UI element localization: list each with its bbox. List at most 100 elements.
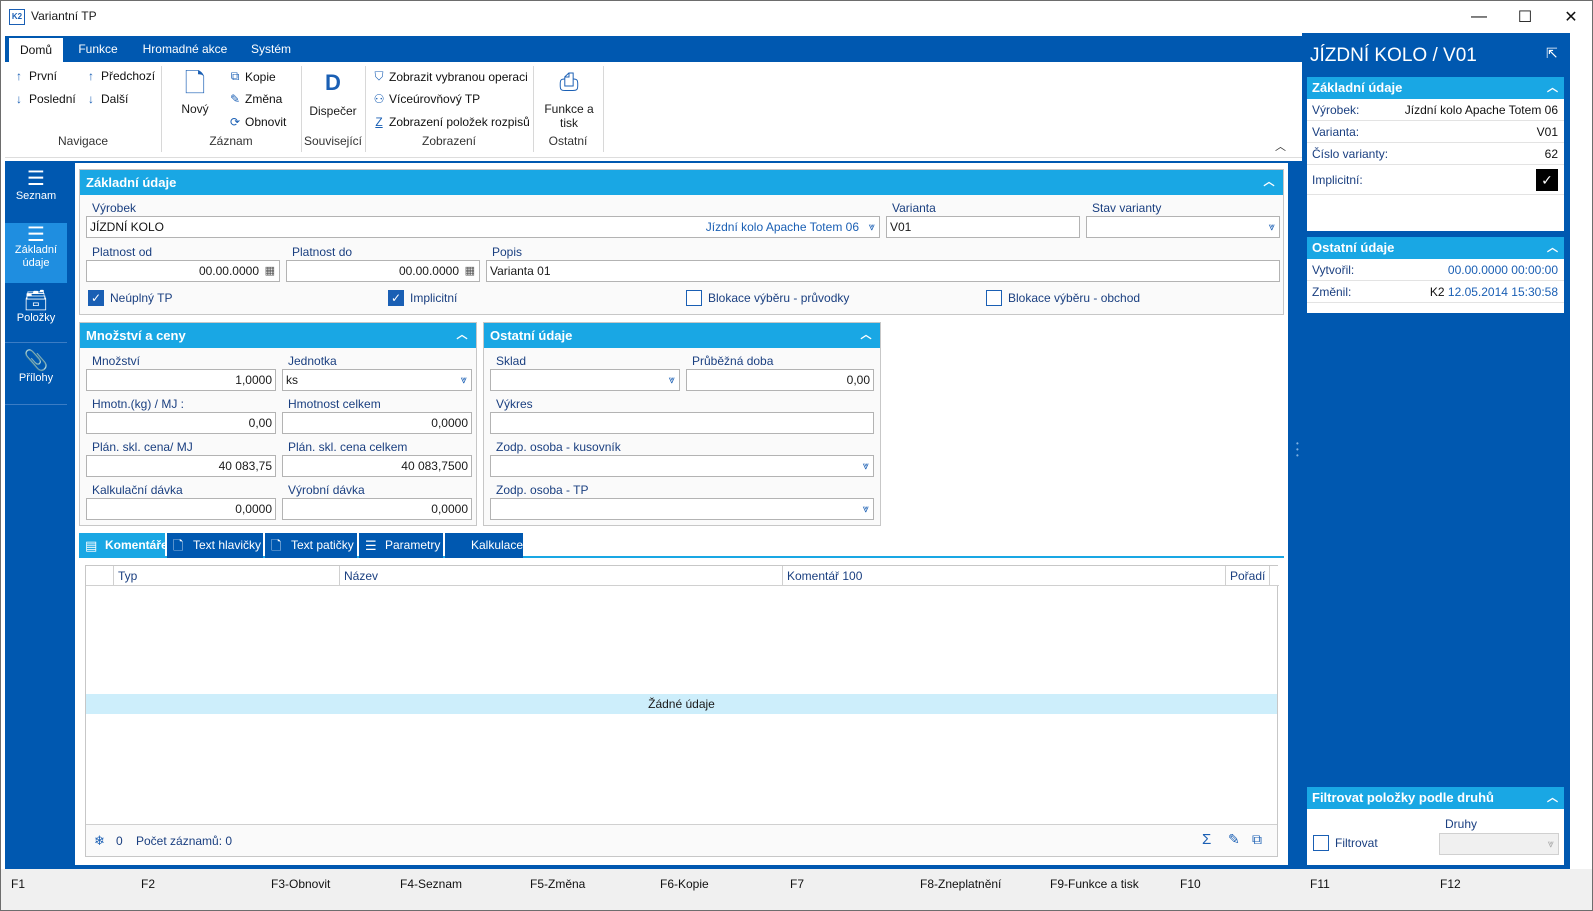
dropdown-icon[interactable]: ⩔ [461, 370, 467, 390]
maximize-button[interactable]: ☐ [1502, 1, 1548, 33]
dropdown-icon[interactable]: ⩔ [1269, 217, 1275, 237]
tab-domu[interactable]: Domů [9, 38, 63, 62]
fkey-f3[interactable]: F3-Obnovit [271, 877, 330, 891]
nav-seznam[interactable]: ☰ Seznam [5, 169, 67, 221]
column-nazev[interactable]: Název [340, 566, 783, 586]
implicitni-checkbox[interactable]: ✓ Implicitní [388, 290, 457, 306]
kopie-button[interactable]: ⧉ Kopie [229, 69, 276, 84]
platnost-do-field[interactable]: 00.00.0000 ▦ [286, 260, 480, 282]
fkey-f10[interactable]: F10 [1180, 877, 1201, 891]
snowflake-icon[interactable]: ❄ [94, 833, 105, 849]
fkey-f2[interactable]: F2 [141, 877, 155, 891]
dropdown-icon[interactable]: ⩔ [863, 499, 869, 519]
filtrovat-checkbox[interactable]: Filtrovat [1313, 835, 1378, 851]
posledni-button[interactable]: ↓ Poslední [13, 92, 76, 106]
collapse-chevron-icon[interactable]: ︿ [856, 326, 876, 345]
collapse-chevron-icon[interactable]: ︿ [1547, 77, 1558, 99]
collapse-chevron-icon[interactable]: ︿ [1547, 237, 1558, 259]
edit-icon[interactable]: ✎ [1228, 831, 1240, 848]
fkey-f7[interactable]: F7 [790, 877, 804, 891]
tab-funkce[interactable]: Funkce [67, 36, 129, 62]
fkey-f6[interactable]: F6-Kopie [660, 877, 709, 891]
splitter[interactable]: • • • [1294, 161, 1302, 869]
prvni-button[interactable]: ↑ První [13, 69, 57, 83]
predchozi-button[interactable]: ↑ Předchozí [85, 69, 155, 83]
zodp-tp-field[interactable]: ⩔ [490, 498, 874, 520]
column-typ[interactable]: Typ [114, 566, 340, 586]
popis-field[interactable]: Varianta 01 [486, 260, 1280, 282]
platnost-od-field[interactable]: 00.00.0000 ▦ [86, 260, 280, 282]
box-icon: 🗃 [23, 290, 49, 312]
mnozstvi-field[interactable]: 1,0000 [86, 369, 276, 391]
nav-prilohy[interactable]: 📎 Přílohy [5, 347, 67, 405]
right-zakladni-udaje: Základní údaje ︿ Výrobek: Jízdní kolo Apa… [1307, 77, 1564, 231]
jednotka-field[interactable]: ks ⩔ [282, 369, 472, 391]
zobrazeni-polozek-button[interactable]: Z Zobrazení položek rozpisů [373, 115, 529, 129]
jednotka-label: Jednotka [288, 354, 337, 368]
fkey-f8[interactable]: F8-Zneplatnění [920, 877, 1001, 891]
blokace-pruvodky-checkbox[interactable]: Blokace výběru - průvodky [686, 290, 849, 306]
vyrobni-davka-field[interactable]: 0,0000 [282, 498, 472, 520]
calendar-icon[interactable]: ▦ [465, 261, 475, 281]
tab-text-hlavicky[interactable]: 🗋 Text hlavičky [167, 533, 263, 558]
fkey-f11[interactable]: F11 [1310, 877, 1330, 891]
close-button[interactable]: ✕ [1548, 1, 1592, 33]
fkey-f5[interactable]: F5-Změna [530, 877, 585, 891]
dalsi-button[interactable]: ↓ Další [85, 92, 128, 106]
viceurovnovy-tp-button[interactable]: ⚇ Víceúrovňový TP [373, 92, 481, 106]
zobrazit-operaci-button[interactable]: ⛉ Zobrazit vybranou operaci [373, 69, 527, 84]
prubezna-doba-field[interactable]: 0,00 [686, 369, 874, 391]
column-poradi[interactable]: Pořadí [1226, 566, 1270, 586]
vykres-field[interactable] [490, 412, 874, 434]
dispecer-button[interactable]: D Dispečer [305, 70, 361, 118]
fkey-f4[interactable]: F4-Seznam [400, 877, 462, 891]
sklad-field[interactable]: ⩔ [490, 369, 680, 391]
popis-label: Popis [492, 245, 523, 259]
grid-settings-icon[interactable]: ⧉ [1252, 831, 1262, 848]
ribbon-tabs: Domů Funkce Hromadné akce Systém [5, 36, 1308, 62]
fkey-f9[interactable]: F9-Funkce a tisk [1050, 877, 1139, 891]
collapse-chevron-icon[interactable]: ︿ [452, 326, 472, 345]
varianta-field[interactable]: V01 [886, 216, 1080, 238]
collapse-chevron-icon[interactable]: ︿ [1547, 787, 1558, 809]
collapse-chevron-icon[interactable]: ︿ [1259, 173, 1279, 192]
z-icon: Z [375, 115, 383, 129]
hmotnost-mj-field[interactable]: 0,00 [86, 412, 276, 434]
kalkulacni-davka-field[interactable]: 0,0000 [86, 498, 276, 520]
calendar-icon[interactable]: ▦ [265, 261, 275, 281]
dropdown-icon[interactable]: ⩔ [1548, 834, 1554, 854]
plan-cena-field[interactable]: 40 083,75 [86, 455, 276, 477]
column-komentar[interactable]: Komentář 100 [783, 566, 1226, 586]
fkey-f1[interactable]: F1 [11, 877, 25, 891]
dropdown-icon[interactable]: ⩔ [669, 370, 675, 390]
druhy-field[interactable]: ⩔ [1439, 833, 1559, 855]
zodp-kusovnik-field[interactable]: ⩔ [490, 455, 874, 477]
blokace-obchod-checkbox[interactable]: Blokace výběru - obchod [986, 290, 1140, 306]
hmotnost-celkem-field[interactable]: 0,0000 [282, 412, 472, 434]
tab-parametry[interactable]: ☰ Parametry [359, 533, 443, 558]
tab-system[interactable]: Systém [241, 36, 301, 62]
neuplny-tp-checkbox[interactable]: ✓ Neúplný TP [88, 290, 172, 306]
vyrobek-field[interactable]: JÍZDNÍ KOLO Jízdní kolo Apache Totem 06 … [86, 216, 880, 238]
collapse-ribbon-icon[interactable]: ︿ [1275, 138, 1286, 154]
ribbon: ↑ První ↑ Předchozí ↓ Poslední ↓ Další Navig… [5, 62, 1308, 158]
dropdown-icon[interactable]: ⩔ [863, 456, 869, 476]
nav-polozky[interactable]: 🗃 Položky [5, 287, 67, 343]
funkce-a-tisk-button[interactable]: ⎙ Funkce a tisk [537, 68, 601, 130]
novy-button[interactable]: 🗋 Nový [173, 68, 217, 116]
nav-zakladni-udaje[interactable]: ☰ Základní údaje [5, 223, 67, 283]
tab-kalkulace[interactable]: Kalkulace [445, 533, 523, 558]
popout-icon[interactable]: ⇱ [1546, 45, 1558, 62]
obnovit-button[interactable]: ⟳ Obnovit [229, 115, 286, 129]
minimize-button[interactable]: — [1456, 1, 1502, 33]
stav-varianty-field[interactable]: ⩔ [1086, 216, 1280, 238]
tab-hromadne-akce[interactable]: Hromadné akce [135, 36, 235, 62]
plan-cena-celkem-field[interactable]: 40 083,7500 [282, 455, 472, 477]
stav-varianty-label: Stav varianty [1092, 201, 1162, 215]
tab-text-paticky[interactable]: 🗋 Text patičky [265, 533, 357, 558]
tab-komentare[interactable]: ▤ Komentáře [79, 533, 168, 558]
dropdown-icon[interactable]: ⩔ [869, 217, 875, 237]
sum-icon[interactable]: Σ [1202, 831, 1211, 848]
fkey-f12[interactable]: F12 [1440, 877, 1461, 891]
zmena-button[interactable]: ✎ Změna [229, 92, 282, 106]
